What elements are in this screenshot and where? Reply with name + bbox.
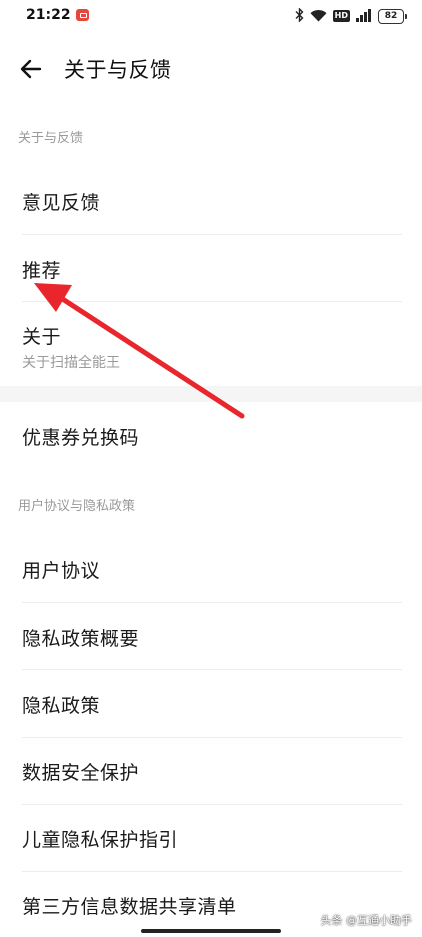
bluetooth-icon <box>295 6 304 26</box>
menu-item-label: 隐私政策 <box>22 695 101 717</box>
home-indicator[interactable] <box>141 929 281 933</box>
divider <box>22 234 402 235</box>
menu-item-data-security[interactable]: 数据安全保护 <box>22 758 402 785</box>
menu-item-label: 隐私政策概要 <box>22 628 140 650</box>
menu-item-label: 关于 <box>22 326 62 348</box>
menu-item-feedback[interactable]: 意见反馈 <box>22 188 402 215</box>
status-bar: 21:22 HD 82 <box>0 0 422 34</box>
menu-item-privacy-summary[interactable]: 隐私政策概要 <box>22 624 402 651</box>
section-header-about-feedback: 关于与反馈 <box>18 131 84 146</box>
menu-item-label: 用户协议 <box>22 560 101 582</box>
notification-app-icon <box>76 9 89 21</box>
menu-item-label: 推荐 <box>22 260 62 282</box>
watermark: 头条 @互通小助手 <box>320 914 413 927</box>
signal-icon <box>356 7 372 26</box>
menu-item-about[interactable]: 关于 关于扫描全能王 <box>22 322 402 372</box>
hd-icon: HD <box>332 10 350 22</box>
status-time: 21:22 <box>26 7 71 23</box>
divider <box>22 737 402 738</box>
page-title: 关于与反馈 <box>64 58 172 82</box>
divider <box>22 602 402 603</box>
app-header: 关于与反馈 <box>0 34 422 104</box>
menu-item-user-agreement[interactable]: 用户协议 <box>22 556 402 583</box>
arrow-left-icon[interactable] <box>19 58 43 80</box>
menu-item-sublabel: 关于扫描全能王 <box>22 355 120 371</box>
divider <box>22 804 402 805</box>
menu-item-label: 优惠券兑换码 <box>22 427 140 449</box>
divider <box>22 871 402 872</box>
section-header-agreements: 用户协议与隐私政策 <box>18 499 136 514</box>
divider <box>22 301 402 302</box>
menu-item-coupon-code[interactable]: 优惠券兑换码 <box>22 423 402 450</box>
menu-item-label: 儿童隐私保护指引 <box>22 829 179 851</box>
status-icons: HD 82 <box>295 6 407 26</box>
battery-indicator: 82 <box>378 8 407 24</box>
section-separator <box>0 386 422 402</box>
menu-item-child-privacy[interactable]: 儿童隐私保护指引 <box>22 825 402 852</box>
menu-item-label: 数据安全保护 <box>22 762 140 784</box>
divider <box>22 669 402 670</box>
menu-item-label: 意见反馈 <box>22 192 101 214</box>
wifi-icon <box>310 7 327 26</box>
menu-item-recommend[interactable]: 推荐 <box>22 256 402 283</box>
menu-item-privacy-policy[interactable]: 隐私政策 <box>22 691 402 718</box>
